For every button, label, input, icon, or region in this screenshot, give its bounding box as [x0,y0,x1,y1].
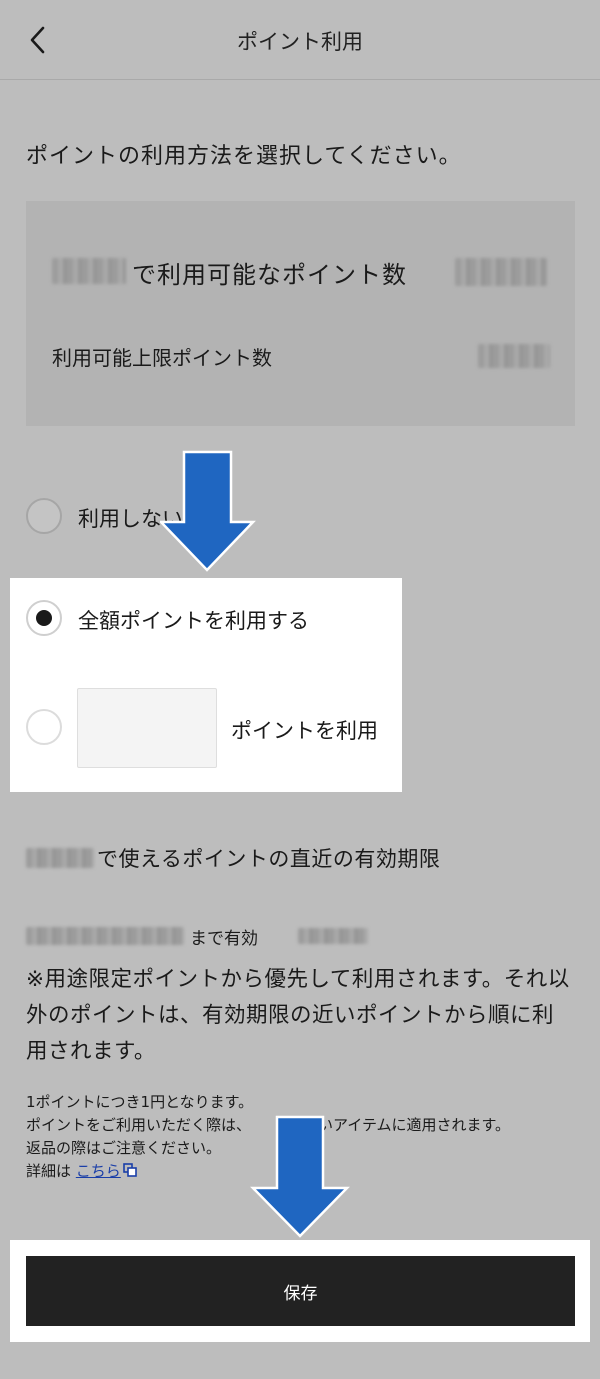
option-use-all-label[interactable]: 全額ポイントを利用する [78,605,309,635]
instruction-text: ポイントの利用方法を選択してください。 [26,144,462,169]
details-prefix: 詳細は [26,1162,72,1180]
points-amount-input[interactable] [77,688,217,768]
available-points-label: で利用可能なポイント数 [132,261,407,289]
option-use-points-label: ポイントを利用 [231,719,378,743]
page-title: ポイント利用 [237,30,363,54]
redacted-expiry-date [26,927,184,945]
fine-print-line-1: 1ポイントにつき1円となります。 [26,1093,254,1111]
radio-use-points[interactable] [26,709,62,745]
redacted-available-points [455,258,547,286]
redacted-shop-name [52,258,126,284]
expiry-heading: で使えるポイントの直近の有効期限 [97,847,441,871]
redacted-limit-points [478,344,550,368]
limit-points-label: 利用可能上限ポイント数 [52,346,272,370]
valid-until-label: まで有効 [190,929,258,949]
points-info-box [26,201,575,426]
priority-note: ※用途限定ポイントから優先して利用されます。それ以外のポイントは、有効期限の近い… [26,967,570,1064]
external-link-icon[interactable] [123,1163,137,1177]
redacted-shop-name-2 [26,848,94,868]
radio-no-use[interactable] [26,498,62,534]
radio-selected-dot [36,610,52,626]
details-link[interactable]: こちら [76,1162,121,1180]
redacted-expiry-points [298,928,368,944]
down-arrow-icon [250,1115,350,1238]
fine-print-line-2-start: ポイントをご利用いただく際は、 [26,1116,252,1134]
save-button[interactable]: 保存 [26,1256,575,1326]
radio-use-all[interactable] [26,600,62,636]
down-arrow-icon [160,450,256,572]
